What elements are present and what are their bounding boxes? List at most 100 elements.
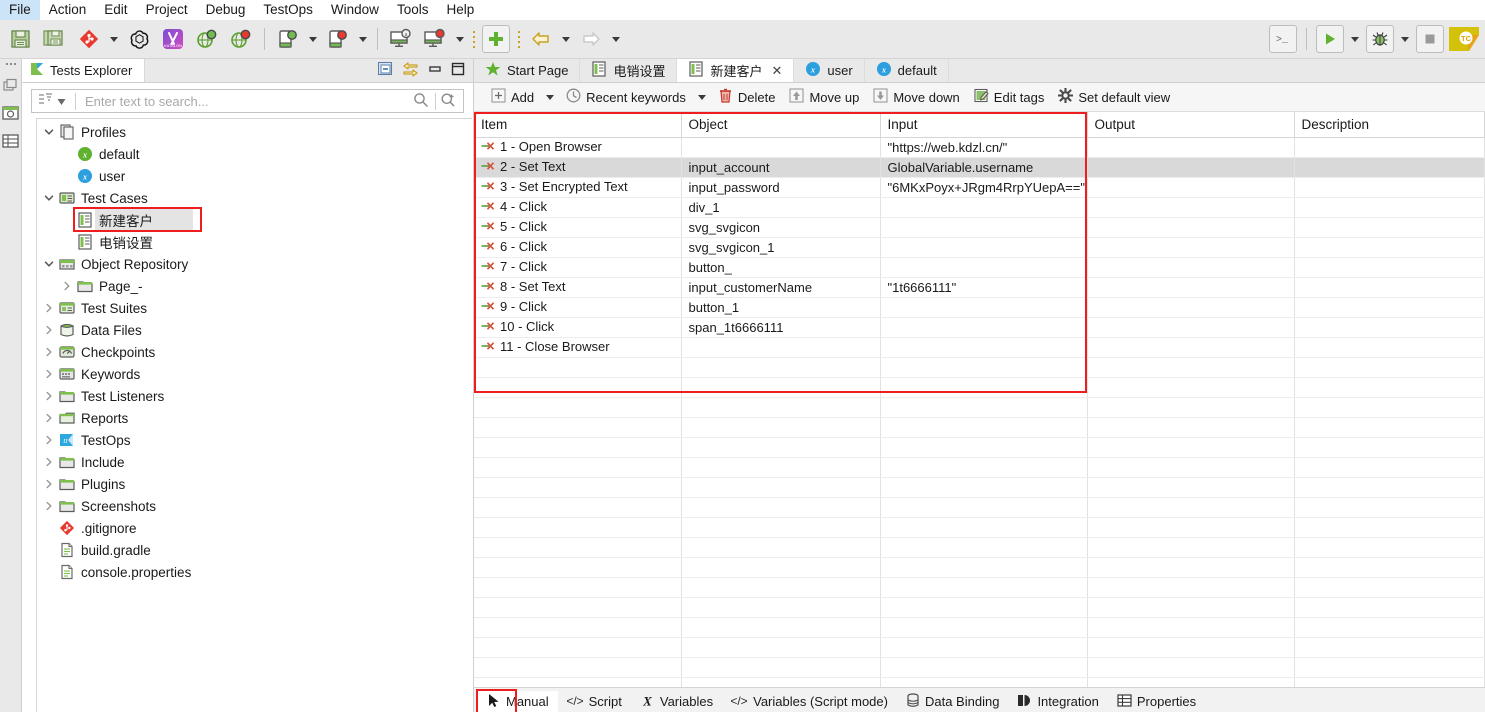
column-header-object[interactable]: Object — [681, 112, 881, 138]
testcloud-icon[interactable]: TC — [1447, 23, 1481, 56]
table-row[interactable]: 6 - Click svg_svgicon_1 — [474, 237, 1485, 258]
cell-object[interactable]: input_account — [681, 157, 881, 178]
cell-input[interactable]: "https://web.kdzl.cn/" — [880, 137, 1088, 158]
table-row[interactable]: 1 - Open Browser "https://web.kdzl.cn/" — [474, 137, 1485, 158]
menu-item-action[interactable]: Action — [40, 0, 96, 20]
cell-item[interactable]: 4 - Click — [474, 197, 682, 218]
bottom-tab-script[interactable]: </> Script — [558, 691, 631, 712]
cell-output[interactable] — [1087, 317, 1295, 338]
editor-tab[interactable]: 新建客户 ✕ — [677, 59, 795, 82]
cell-description[interactable] — [1294, 177, 1485, 198]
collapse-all-icon[interactable] — [377, 61, 393, 79]
cell-output[interactable] — [1087, 177, 1295, 198]
web-record-red-icon[interactable] — [224, 23, 258, 56]
bottom-tab-variables-script-mode[interactable]: </> Variables (Script mode) — [722, 691, 897, 712]
cell-output[interactable] — [1087, 237, 1295, 258]
search-icon[interactable] — [410, 92, 432, 111]
table-row[interactable]: 2 - Set Text input_account GlobalVariable.… — [474, 157, 1485, 178]
menu-item-edit[interactable]: Edit — [95, 0, 136, 20]
tab-tests-explorer[interactable]: Tests Explorer — [22, 59, 146, 82]
maximize-icon[interactable] — [451, 62, 465, 79]
menu-item-window[interactable]: Window — [322, 0, 388, 20]
tree-item[interactable]: Checkpoints — [37, 341, 472, 363]
toolbar-edit-tags-button[interactable]: Edit tags — [967, 85, 1052, 109]
cell-description[interactable] — [1294, 337, 1485, 358]
back-dropdown-arrow[interactable] — [558, 23, 574, 56]
run-icon[interactable] — [1316, 25, 1344, 53]
cell-output[interactable] — [1087, 257, 1295, 278]
toolbar-add-button[interactable]: Add — [484, 85, 541, 109]
back-arrow-icon[interactable] — [524, 23, 558, 56]
toolbar-recent-keywords-button[interactable]: Recent keywords — [559, 85, 693, 109]
cell-input[interactable]: "1t6666111" — [880, 277, 1088, 298]
twisty-collapsed-icon[interactable] — [41, 413, 57, 423]
tree-item[interactable]: x default — [37, 143, 472, 165]
test-steps-table[interactable]: Item Object Input Output Description 1 - Ope… — [474, 112, 1485, 687]
table-row[interactable]: 4 - Click div_1 — [474, 197, 1485, 218]
cell-object[interactable]: svg_svgicon_1 — [681, 237, 881, 258]
cell-description[interactable] — [1294, 237, 1485, 258]
twisty-collapsed-icon[interactable] — [41, 303, 57, 313]
tree-item[interactable]: Page_- — [37, 275, 472, 297]
cell-description[interactable] — [1294, 317, 1485, 338]
restore-view-icon[interactable] — [3, 78, 18, 96]
cell-output[interactable] — [1087, 277, 1295, 298]
table-row[interactable]: 5 - Click svg_svgicon — [474, 217, 1485, 238]
cell-input[interactable] — [880, 337, 1088, 358]
cell-input[interactable] — [880, 257, 1088, 278]
web-record-icon[interactable] — [190, 23, 224, 56]
tree-item[interactable]: Test Listeners — [37, 385, 472, 407]
search-input[interactable] — [79, 92, 410, 110]
cell-input[interactable] — [880, 197, 1088, 218]
tree-item[interactable]: Screenshots — [37, 495, 472, 517]
cell-item[interactable]: 5 - Click — [474, 217, 682, 238]
editor-tab[interactable]: x default — [865, 59, 949, 82]
cell-input[interactable] — [880, 237, 1088, 258]
cell-output[interactable] — [1087, 137, 1295, 158]
search-add-icon[interactable] — [439, 92, 460, 111]
cell-item[interactable]: 10 - Click — [474, 317, 682, 338]
twisty-collapsed-icon[interactable] — [59, 281, 75, 291]
link-with-editor-icon[interactable] — [402, 61, 419, 80]
tree-item[interactable]: Plugins — [37, 473, 472, 495]
cell-object[interactable]: svg_svgicon — [681, 217, 881, 238]
close-icon[interactable]: ✕ — [771, 64, 782, 77]
save-icon[interactable] — [4, 23, 38, 56]
menu-item-tools[interactable]: Tools — [388, 0, 438, 20]
table-row[interactable]: 11 - Close Browser — [474, 337, 1485, 358]
cell-input[interactable]: "6MKxPoyx+JRgm4RrpYUepA==" — [880, 177, 1088, 198]
debug-icon[interactable] — [1366, 25, 1394, 53]
tree-item[interactable]: Profiles — [37, 121, 472, 143]
twisty-collapsed-icon[interactable] — [41, 325, 57, 335]
cell-output[interactable] — [1087, 197, 1295, 218]
tree-item[interactable]: tt TestOps — [37, 429, 472, 451]
toolbar-move-up-button[interactable]: Move up — [782, 85, 866, 109]
tree-item[interactable]: x user — [37, 165, 472, 187]
column-header-description[interactable]: Description — [1294, 112, 1485, 138]
twisty-collapsed-icon[interactable] — [41, 369, 57, 379]
desktop-record-icon[interactable] — [418, 23, 452, 56]
table-row[interactable]: 10 - Click span_1t6666111 — [474, 317, 1485, 338]
editor-tab[interactable]: Start Page — [474, 59, 581, 82]
tree-item[interactable]: Data Files — [37, 319, 472, 341]
git-dropdown-arrow[interactable] — [106, 23, 122, 56]
column-header-item[interactable]: Item — [474, 112, 682, 138]
bottom-tab-data-binding[interactable]: Data Binding — [897, 691, 1008, 712]
filter-dropdown-arrow[interactable] — [55, 94, 72, 109]
tree-item[interactable]: 新建客户 — [37, 209, 472, 231]
twisty-collapsed-icon[interactable] — [41, 501, 57, 511]
forward-arrow-icon[interactable] — [574, 23, 608, 56]
search-box[interactable] — [31, 89, 464, 113]
cell-object[interactable]: span_1t6666111 — [681, 317, 881, 338]
checkpoints-rail-icon[interactable] — [2, 105, 19, 124]
bottom-tab-manual[interactable]: Manual — [478, 690, 558, 712]
cell-output[interactable] — [1087, 217, 1295, 238]
cell-description[interactable] — [1294, 257, 1485, 278]
debug-dropdown-arrow[interactable] — [1397, 23, 1413, 56]
tree-item[interactable]: Test Cases — [37, 187, 472, 209]
cell-item[interactable]: 7 - Click — [474, 257, 682, 278]
menu-item-project[interactable]: Project — [137, 0, 197, 20]
mobile-record-red-icon[interactable] — [321, 23, 355, 56]
twisty-expanded-icon[interactable] — [41, 193, 57, 203]
cell-item[interactable]: 6 - Click — [474, 237, 682, 258]
